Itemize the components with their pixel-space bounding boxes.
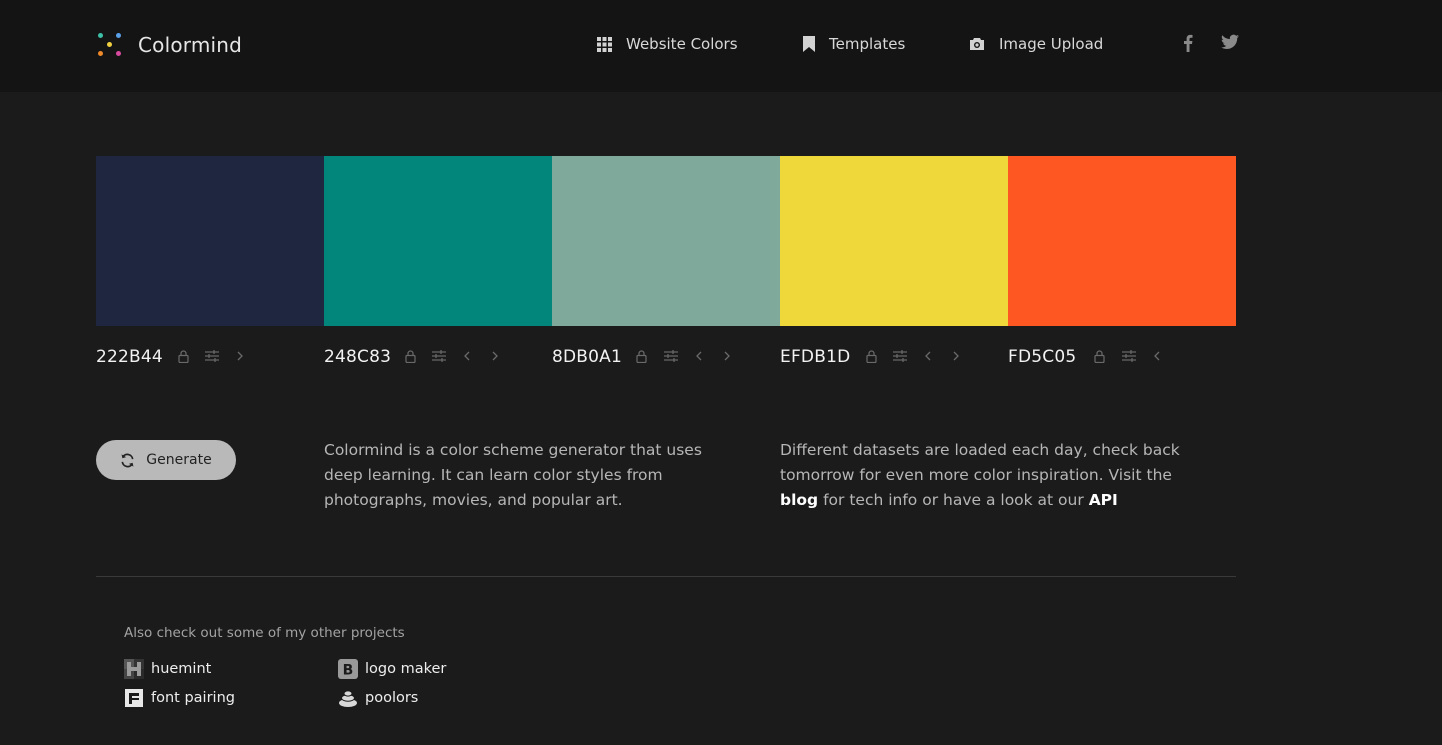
sliders-icon xyxy=(1122,350,1136,362)
sliders-icon xyxy=(664,350,678,362)
move-right-button[interactable] xyxy=(719,348,735,364)
logo-maker-icon: B xyxy=(338,659,358,679)
datasets-text: Different datasets are loaded each day, … xyxy=(780,438,1180,513)
brand-name: Colormind xyxy=(138,33,243,57)
sliders-icon xyxy=(205,350,219,362)
sliders-icon xyxy=(432,350,446,362)
color-swatch[interactable] xyxy=(96,156,324,326)
color-code-2[interactable]: 248C83 xyxy=(324,346,391,368)
lock-color-button[interactable] xyxy=(1091,348,1107,364)
project-label: huemint xyxy=(151,661,212,677)
color-swatch[interactable] xyxy=(324,156,552,326)
nav-image-upload-label: Image Upload xyxy=(999,35,1104,53)
api-link[interactable]: API xyxy=(1089,491,1118,509)
camera-icon xyxy=(970,38,984,50)
chevron-right-icon xyxy=(724,351,730,361)
lock-icon xyxy=(635,349,647,363)
twitter-icon xyxy=(1221,34,1239,50)
huemint-icon xyxy=(124,659,144,679)
generate-button[interactable]: Generate xyxy=(96,440,236,480)
move-right-button[interactable] xyxy=(487,348,503,364)
nav-website-colors[interactable]: Website Colors xyxy=(597,33,738,55)
color-swatch[interactable] xyxy=(552,156,780,326)
nav-templates-label: Templates xyxy=(829,35,906,53)
grid-icon xyxy=(597,36,612,52)
move-left-button[interactable] xyxy=(459,348,475,364)
project-label: font pairing xyxy=(151,690,235,706)
about-text: Colormind is a color scheme generator th… xyxy=(324,441,702,509)
nav-templates[interactable]: Templates xyxy=(803,33,905,55)
project-link-logo-maker[interactable]: B logo maker xyxy=(338,658,446,680)
move-left-button[interactable] xyxy=(1149,348,1165,364)
adjust-color-button[interactable] xyxy=(431,348,447,364)
lock-icon xyxy=(177,349,189,363)
adjust-color-button[interactable] xyxy=(1121,348,1137,364)
move-left-button[interactable] xyxy=(691,348,707,364)
datasets-text-part-1: Different datasets are loaded each day, … xyxy=(780,441,1180,484)
brand-link[interactable]: Colormind xyxy=(96,30,242,60)
chevron-left-icon xyxy=(696,351,702,361)
svg-text:B: B xyxy=(343,663,354,679)
adjust-color-button[interactable] xyxy=(892,348,908,364)
chevron-left-icon xyxy=(464,351,470,361)
adjust-color-button[interactable] xyxy=(663,348,679,364)
adjust-color-button[interactable] xyxy=(204,348,220,364)
facebook-link[interactable] xyxy=(1183,34,1193,56)
nav-website-colors-label: Website Colors xyxy=(626,35,738,53)
bookmark-icon xyxy=(803,36,815,52)
refresh-icon xyxy=(121,453,134,467)
move-right-button[interactable] xyxy=(232,348,248,364)
chevron-left-icon xyxy=(925,351,931,361)
lock-icon xyxy=(865,349,877,363)
project-label: poolors xyxy=(365,690,419,706)
poolors-icon xyxy=(338,688,358,708)
lock-icon xyxy=(404,349,416,363)
color-swatch[interactable] xyxy=(780,156,1008,326)
top-navigation-bar: Colormind Website Colors Templates Image… xyxy=(0,0,1442,92)
color-code-4[interactable]: EFDB1D xyxy=(780,346,850,368)
colormind-logo-icon xyxy=(96,31,124,59)
lock-color-button[interactable] xyxy=(402,348,418,364)
projects-heading: Also check out some of my other projects xyxy=(124,625,405,641)
project-link-poolors[interactable]: poolors xyxy=(338,687,418,709)
color-code-1[interactable]: 222B44 xyxy=(96,346,163,368)
move-right-button[interactable] xyxy=(948,348,964,364)
move-left-button[interactable] xyxy=(920,348,936,364)
sliders-icon xyxy=(893,350,907,362)
chevron-right-icon xyxy=(953,351,959,361)
color-code-3[interactable]: 8DB0A1 xyxy=(552,346,622,368)
project-link-font-pairing[interactable]: font pairing xyxy=(124,687,235,709)
chevron-right-icon xyxy=(237,351,243,361)
lock-icon xyxy=(1093,349,1105,363)
twitter-link[interactable] xyxy=(1221,34,1239,54)
chevron-right-icon xyxy=(492,351,498,361)
project-link-huemint[interactable]: huemint xyxy=(124,658,211,680)
project-label: logo maker xyxy=(365,661,447,677)
nav-image-upload[interactable]: Image Upload xyxy=(969,33,1103,55)
facebook-icon xyxy=(1184,34,1193,52)
color-swatch[interactable] xyxy=(1008,156,1236,326)
blog-link[interactable]: blog xyxy=(780,491,818,509)
chevron-left-icon xyxy=(1154,351,1160,361)
lock-color-button[interactable] xyxy=(633,348,649,364)
lock-color-button[interactable] xyxy=(175,348,191,364)
datasets-text-part-2: for tech info or have a look at our xyxy=(823,491,1084,509)
color-code-5[interactable]: FD5C05 xyxy=(1008,346,1076,368)
font-pairing-icon xyxy=(124,688,144,708)
section-divider xyxy=(96,576,1236,577)
generate-label: Generate xyxy=(146,452,212,468)
lock-color-button[interactable] xyxy=(863,348,879,364)
